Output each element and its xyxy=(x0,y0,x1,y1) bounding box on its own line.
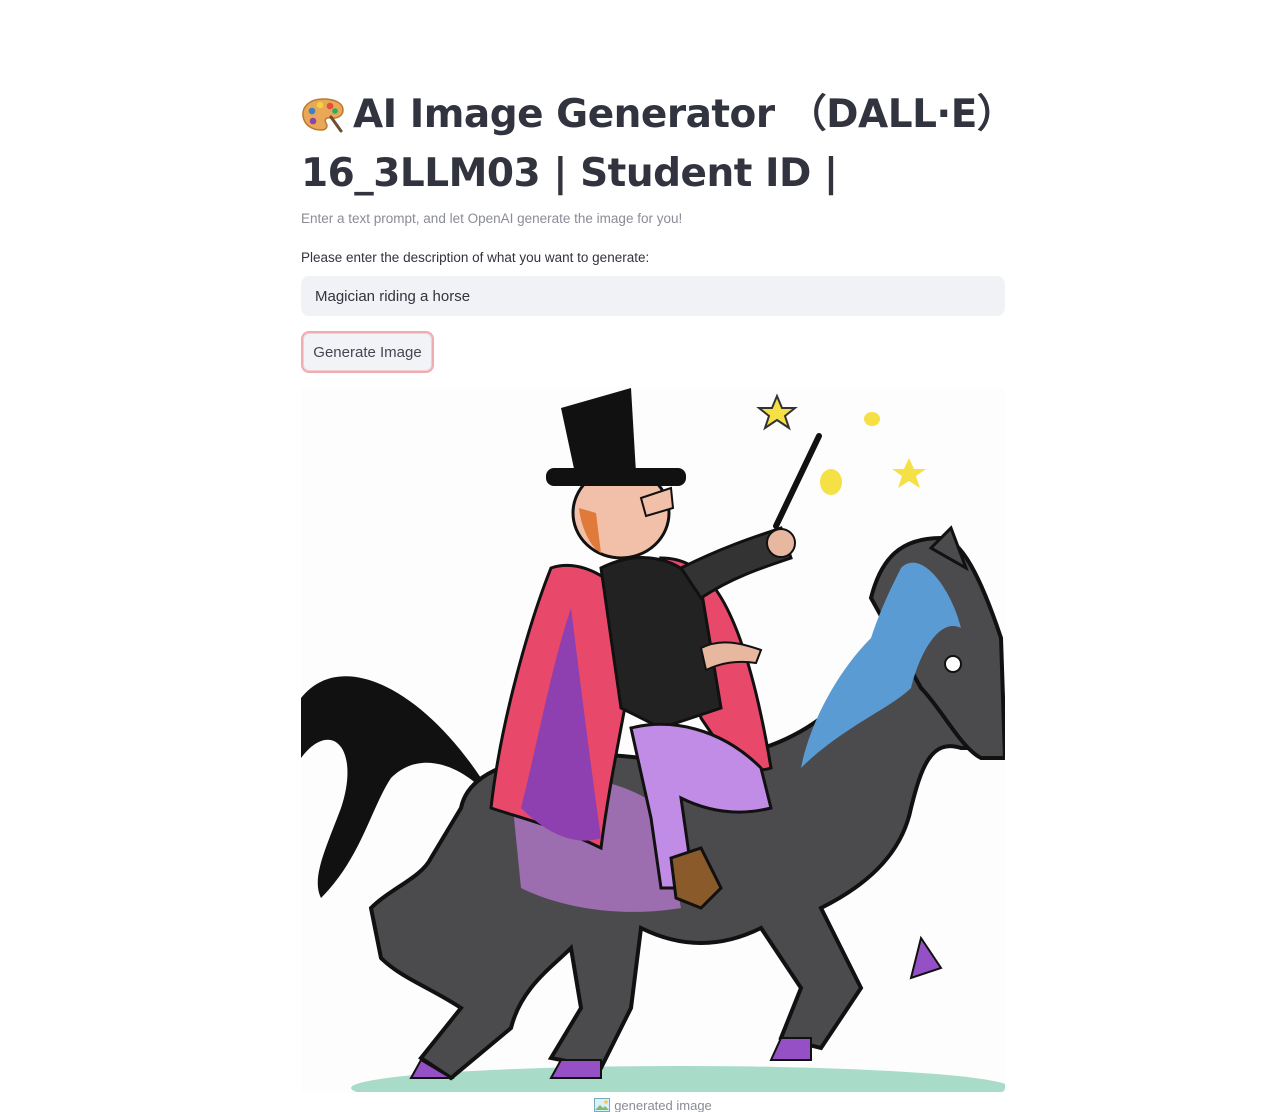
page-title: AI Image Generator （DALL·E）16_3LLM03 | S… xyxy=(301,88,1005,200)
caption-text: generated image xyxy=(614,1098,712,1112)
magician-horse-illustration xyxy=(301,388,1005,1092)
artist-palette-icon xyxy=(301,94,345,147)
broken-image-icon xyxy=(594,1098,611,1112)
generate-image-button[interactable]: Generate Image xyxy=(301,331,434,373)
prompt-input[interactable] xyxy=(301,276,1005,316)
page-subtitle: Enter a text prompt, and let OpenAI gene… xyxy=(301,211,683,226)
generated-image xyxy=(301,388,1005,1092)
app-root: AI Image Generator （DALL·E）16_3LLM03 | S… xyxy=(0,0,1282,1112)
image-caption: generated image xyxy=(301,1098,1005,1112)
prompt-label: Please enter the description of what you… xyxy=(301,250,650,265)
page-title-text: AI Image Generator （DALL·E）16_3LLM03 | S… xyxy=(301,92,996,196)
